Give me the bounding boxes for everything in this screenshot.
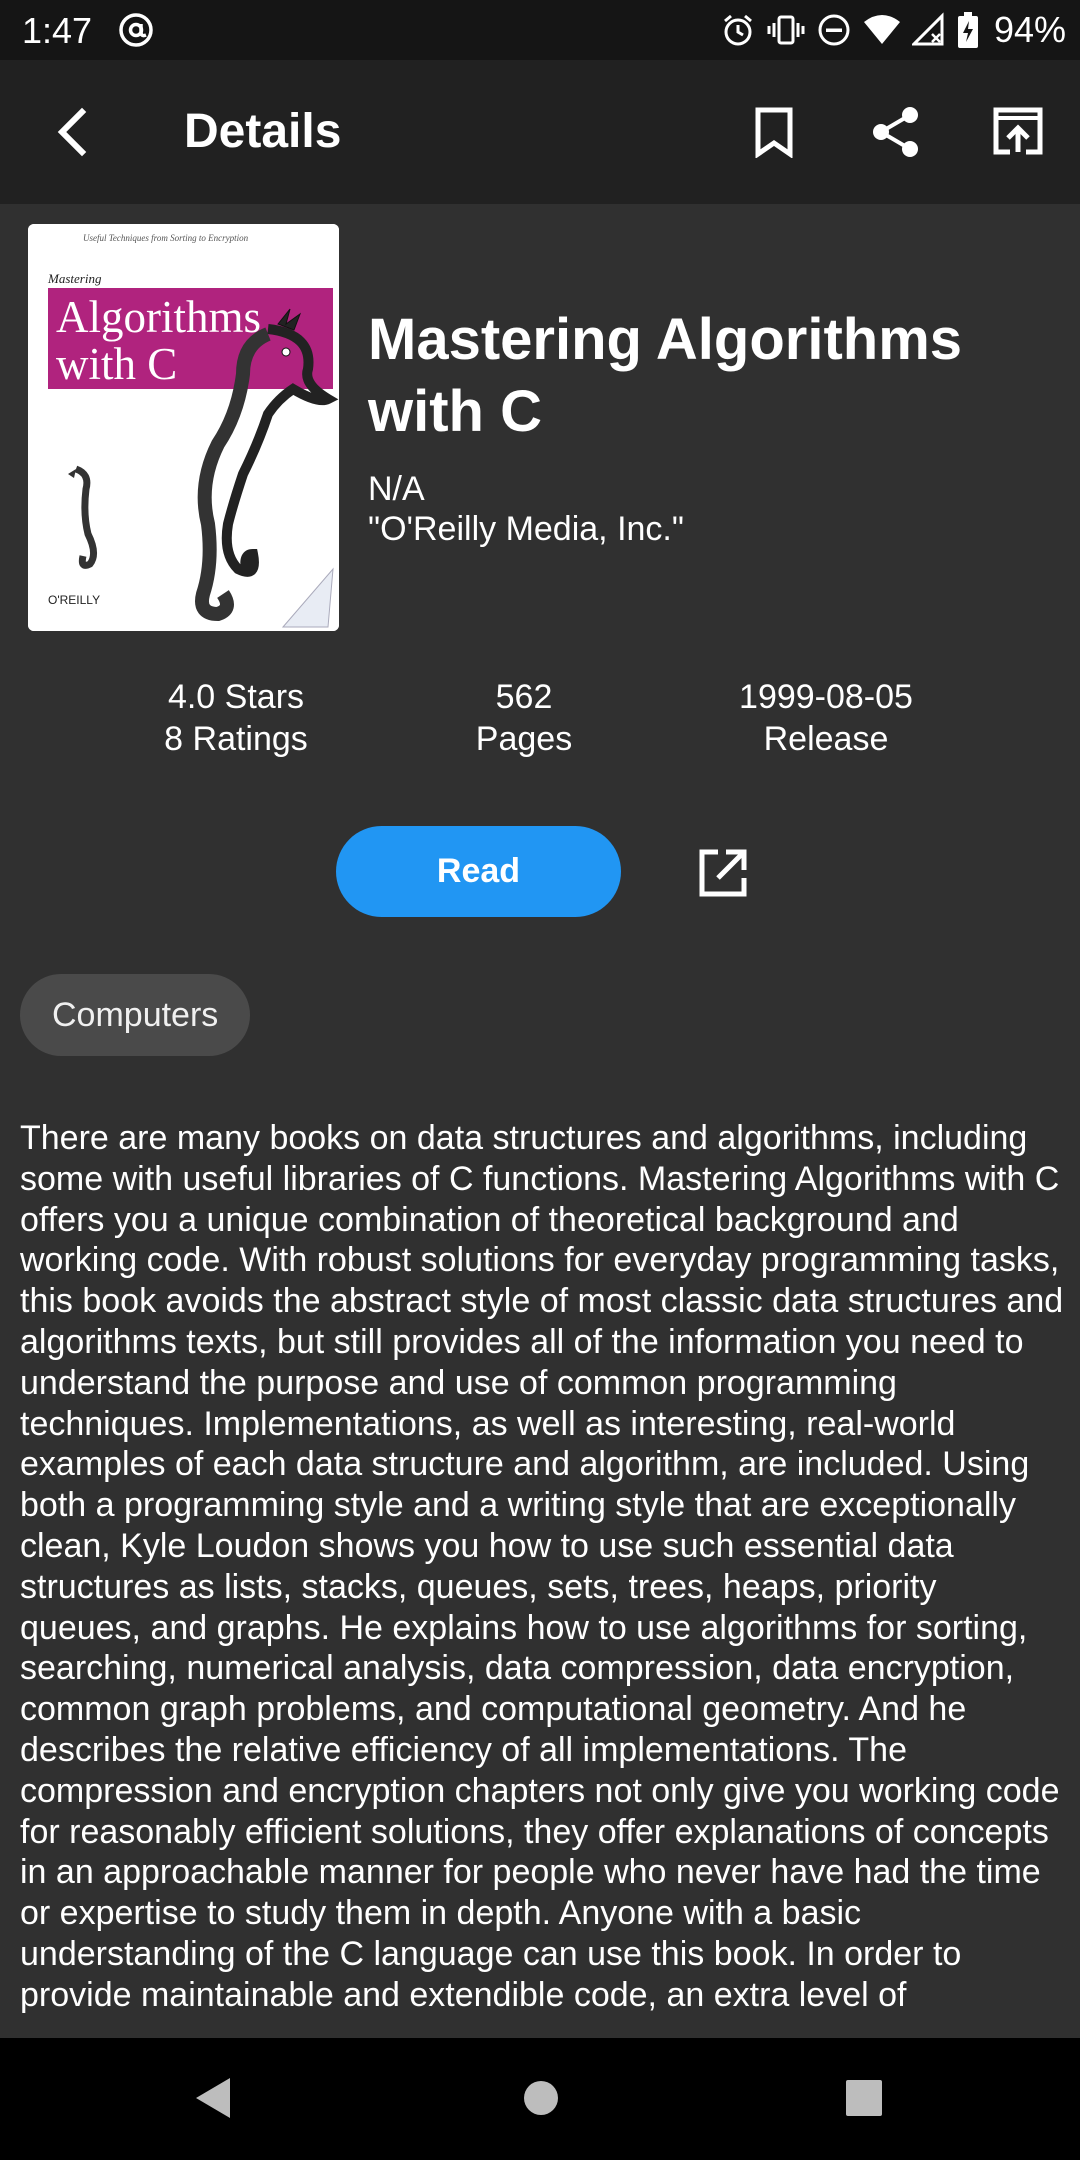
book-author: N/A — [368, 470, 425, 508]
release-stat: 1999-08-05 Release — [716, 676, 936, 760]
pages-value: 562 — [495, 678, 553, 716]
rating-value: 4.0 Stars — [167, 678, 305, 716]
status-time: 1:47 — [22, 10, 93, 51]
cover-word-mastering: Mastering — [47, 271, 102, 286]
open-external-button[interactable] — [696, 846, 750, 900]
book-title: Mastering Algorithms with C — [368, 307, 963, 444]
release-label: Release — [763, 720, 889, 758]
system-nav-bar — [0, 2038, 1080, 2160]
status-icons: 94% — [720, 8, 1066, 52]
open-in-browser-button[interactable] — [982, 96, 1054, 168]
bookmark-icon — [755, 107, 793, 158]
alarm-icon — [720, 12, 756, 48]
rating-stat: 4.0 Stars 8 Ratings — [136, 676, 336, 760]
battery-percent: 94% — [993, 9, 1066, 50]
page-title: Details — [184, 105, 342, 158]
rating-count: 8 Ratings — [164, 720, 308, 758]
back-arrow-icon — [57, 107, 87, 157]
share-icon — [873, 107, 918, 157]
cover-publisher-logo: O'REILLY — [48, 593, 100, 607]
nav-home-icon — [524, 2081, 558, 2115]
open-in-browser-icon — [993, 107, 1043, 155]
book-publisher: "O'Reilly Media, Inc." — [368, 510, 684, 548]
nav-recents-icon — [846, 2080, 882, 2116]
release-value: 1999-08-05 — [739, 678, 913, 716]
cover-title-line1: Algorithms — [56, 292, 261, 342]
vibrate-icon — [766, 12, 806, 48]
nav-back-icon — [196, 2078, 230, 2118]
do-not-disturb-icon — [816, 12, 852, 48]
cover-subtitle: Useful Techniques from Sorting to Encryp… — [83, 233, 249, 243]
category-chip[interactable]: Computers — [20, 974, 251, 1056]
book-description: There are many books on data structures … — [20, 1119, 1064, 2014]
nav-back-button[interactable] — [184, 2068, 244, 2128]
nav-recents-button[interactable] — [834, 2068, 894, 2128]
open-in-new-icon — [699, 849, 747, 897]
cellular-icon — [911, 12, 946, 48]
pages-stat: 562 Pages — [444, 676, 604, 760]
nav-home-button[interactable] — [511, 2068, 571, 2128]
bookmark-button[interactable] — [738, 96, 810, 168]
share-button[interactable] — [860, 96, 932, 168]
at-sign-icon — [118, 12, 154, 48]
read-button[interactable]: Read — [336, 826, 621, 917]
wifi-icon — [862, 12, 902, 48]
cover-title-line2: with C — [56, 339, 177, 389]
book-cover: Useful Techniques from Sorting to Encryp… — [28, 224, 339, 631]
battery-charging-icon — [956, 11, 980, 49]
app-bar: Details — [0, 60, 1080, 204]
pages-label: Pages — [475, 720, 573, 758]
status-bar: 1:47 94% — [0, 0, 1080, 60]
back-button[interactable] — [40, 100, 104, 164]
